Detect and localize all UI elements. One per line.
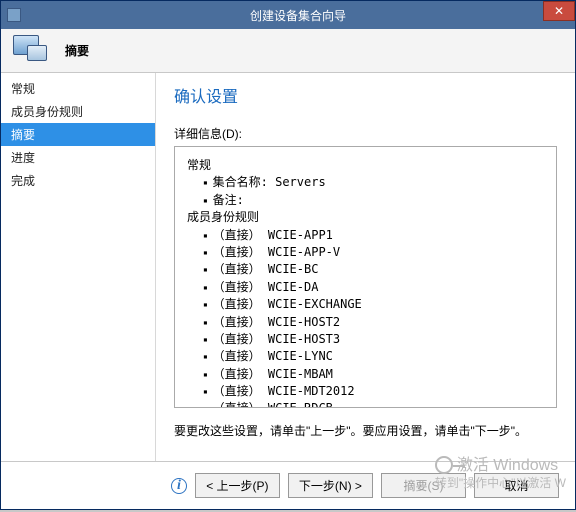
wizard-step-title: 摘要: [65, 42, 89, 59]
wizard-body: 常规成员身份规则摘要进度完成 确认设置 详细信息(D): 常规集合名称: Ser…: [1, 73, 575, 461]
help-icon[interactable]: i: [171, 478, 187, 494]
sidebar-item[interactable]: 成员身份规则: [1, 100, 155, 123]
detail-row: （直接） WCIE-LYNC: [203, 348, 544, 365]
detail-row: （直接） WCIE-MBAM: [203, 366, 544, 383]
detail-row: （直接） WCIE-DA: [203, 279, 544, 296]
detail-row: （直接） WCIE-BC: [203, 261, 544, 278]
detail-section-title: 成员身份规则: [187, 209, 544, 226]
detail-row: （直接） WCIE-APP-V: [203, 244, 544, 261]
close-icon: ✕: [554, 4, 564, 18]
main-panel: 确认设置 详细信息(D): 常规集合名称: Servers备注:成员身份规则（直…: [156, 73, 575, 461]
detail-section-title: 常规: [187, 157, 544, 174]
detail-row: （直接） WCIE-HOST3: [203, 331, 544, 348]
wizard-header: 摘要: [1, 29, 575, 73]
sidebar-item[interactable]: 摘要: [1, 123, 155, 146]
cancel-button[interactable]: 取消: [474, 473, 559, 498]
sidebar: 常规成员身份规则摘要进度完成: [1, 73, 156, 461]
detail-row: （直接） WCIE-APP1: [203, 227, 544, 244]
hint-text: 要更改这些设置，请单击"上一步"。要应用设置，请单击"下一步"。: [174, 422, 557, 439]
detail-row: （直接） WCIE-RDCB: [203, 400, 544, 408]
window-title: 创建设备集合向导: [21, 7, 575, 24]
detail-row: （直接） WCIE-MDT2012: [203, 383, 544, 400]
app-icon: [7, 8, 21, 22]
prev-button[interactable]: < 上一步(P): [195, 473, 280, 498]
close-button[interactable]: ✕: [543, 1, 575, 21]
detail-row: 集合名称: Servers: [203, 174, 544, 191]
sidebar-item[interactable]: 完成: [1, 169, 155, 192]
detail-row: （直接） WCIE-HOST2: [203, 314, 544, 331]
detail-row: 备注:: [203, 192, 544, 209]
summary-button: 摘要(S): [381, 473, 466, 498]
sidebar-item[interactable]: 进度: [1, 146, 155, 169]
page-heading: 确认设置: [174, 83, 557, 107]
wizard-window: 创建设备集合向导 ✕ 摘要 常规成员身份规则摘要进度完成 确认设置 详细信息(D…: [0, 0, 576, 510]
sidebar-item[interactable]: 常规: [1, 77, 155, 100]
wizard-icon: [13, 35, 51, 67]
detail-box: 常规集合名称: Servers备注:成员身份规则（直接） WCIE-APP1（直…: [174, 146, 557, 408]
next-button[interactable]: 下一步(N) >: [288, 473, 373, 498]
detail-label: 详细信息(D):: [174, 125, 557, 142]
footer: i < 上一步(P) 下一步(N) > 摘要(S) 取消: [1, 461, 575, 509]
titlebar: 创建设备集合向导 ✕: [1, 1, 575, 29]
detail-row: （直接） WCIE-EXCHANGE: [203, 296, 544, 313]
